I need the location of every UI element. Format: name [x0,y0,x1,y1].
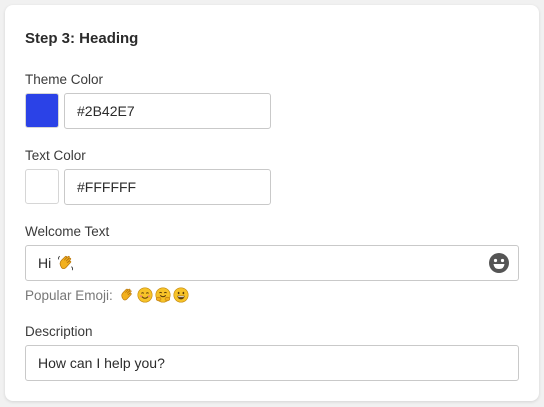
theme-color-label: Theme Color [25,72,104,87]
description-value: How can I help you? [38,355,165,371]
popular-emoji-row: Popular Emoji: [25,287,189,303]
smiling-face-icon[interactable] [137,287,153,303]
welcome-text-input[interactable]: Hi [25,245,519,281]
theme-color-value: #2B42E7 [77,103,135,119]
waving-hand-icon [58,255,74,271]
popular-emoji-label: Popular Emoji: [25,287,113,303]
text-color-value: #FFFFFF [77,179,137,195]
welcome-text-label: Welcome Text [25,224,110,239]
text-color-label: Text Color [25,148,86,163]
hugging-face-icon[interactable] [155,287,171,303]
smiley-face-icon[interactable] [488,252,510,274]
description-label: Description [25,324,93,339]
settings-card: Step 3: Heading Theme Color #2B42E7 Text… [5,5,539,401]
text-color-swatch[interactable] [25,169,59,204]
theme-color-input[interactable]: #2B42E7 [64,93,271,129]
waving-hand-icon[interactable] [119,287,135,303]
step-heading: Step 3: Heading [25,30,139,47]
welcome-text-value: Hi [38,255,52,271]
text-color-input[interactable]: #FFFFFF [64,169,271,205]
theme-color-swatch[interactable] [25,93,59,128]
description-input[interactable]: How can I help you? [25,345,519,381]
grinning-face-icon[interactable] [173,287,189,303]
